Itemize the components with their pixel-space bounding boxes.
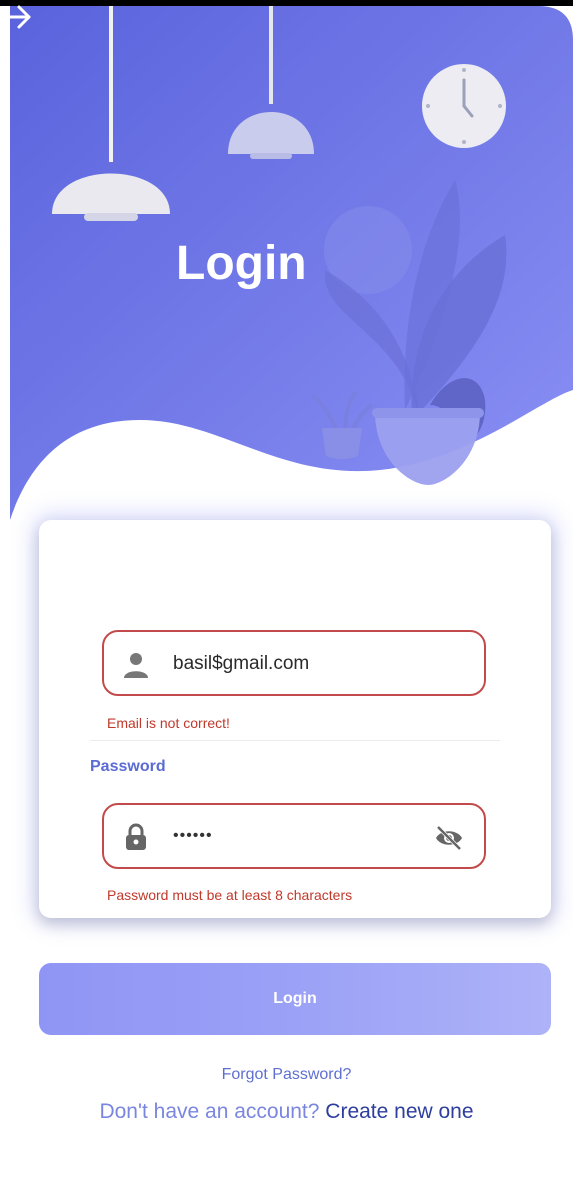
page-title: Login [176,237,307,290]
create-account-link[interactable]: Create new one [325,1100,473,1123]
login-button[interactable]: Login [39,963,551,1035]
divider [90,740,500,741]
password-value[interactable]: •••••• [173,827,213,845]
hero-header: Login [0,0,573,520]
email-error-message: Email is not correct! [107,715,230,731]
signup-question: Don't have an account? [99,1100,320,1123]
login-button-label: Login [273,990,317,1007]
password-label: Password [90,758,166,775]
forgot-password-link[interactable]: Forgot Password? [0,1066,573,1084]
person-icon [124,653,148,678]
signup-prompt: Don't have an account? Create new one [0,1100,573,1124]
password-error-message: Password must be at least 8 characters [107,887,353,903]
email-field[interactable]: basil$gmail.com [102,630,486,696]
login-form-card: basil$gmail.com Email is not correct! Pa… [39,520,551,918]
password-field[interactable]: •••••• [102,803,486,869]
lock-icon [126,823,146,850]
eye-off-icon[interactable] [434,825,464,851]
email-value[interactable]: basil$gmail.com [173,653,309,675]
wall-clock-icon [422,64,506,148]
arrow-right-icon[interactable] [0,0,34,34]
